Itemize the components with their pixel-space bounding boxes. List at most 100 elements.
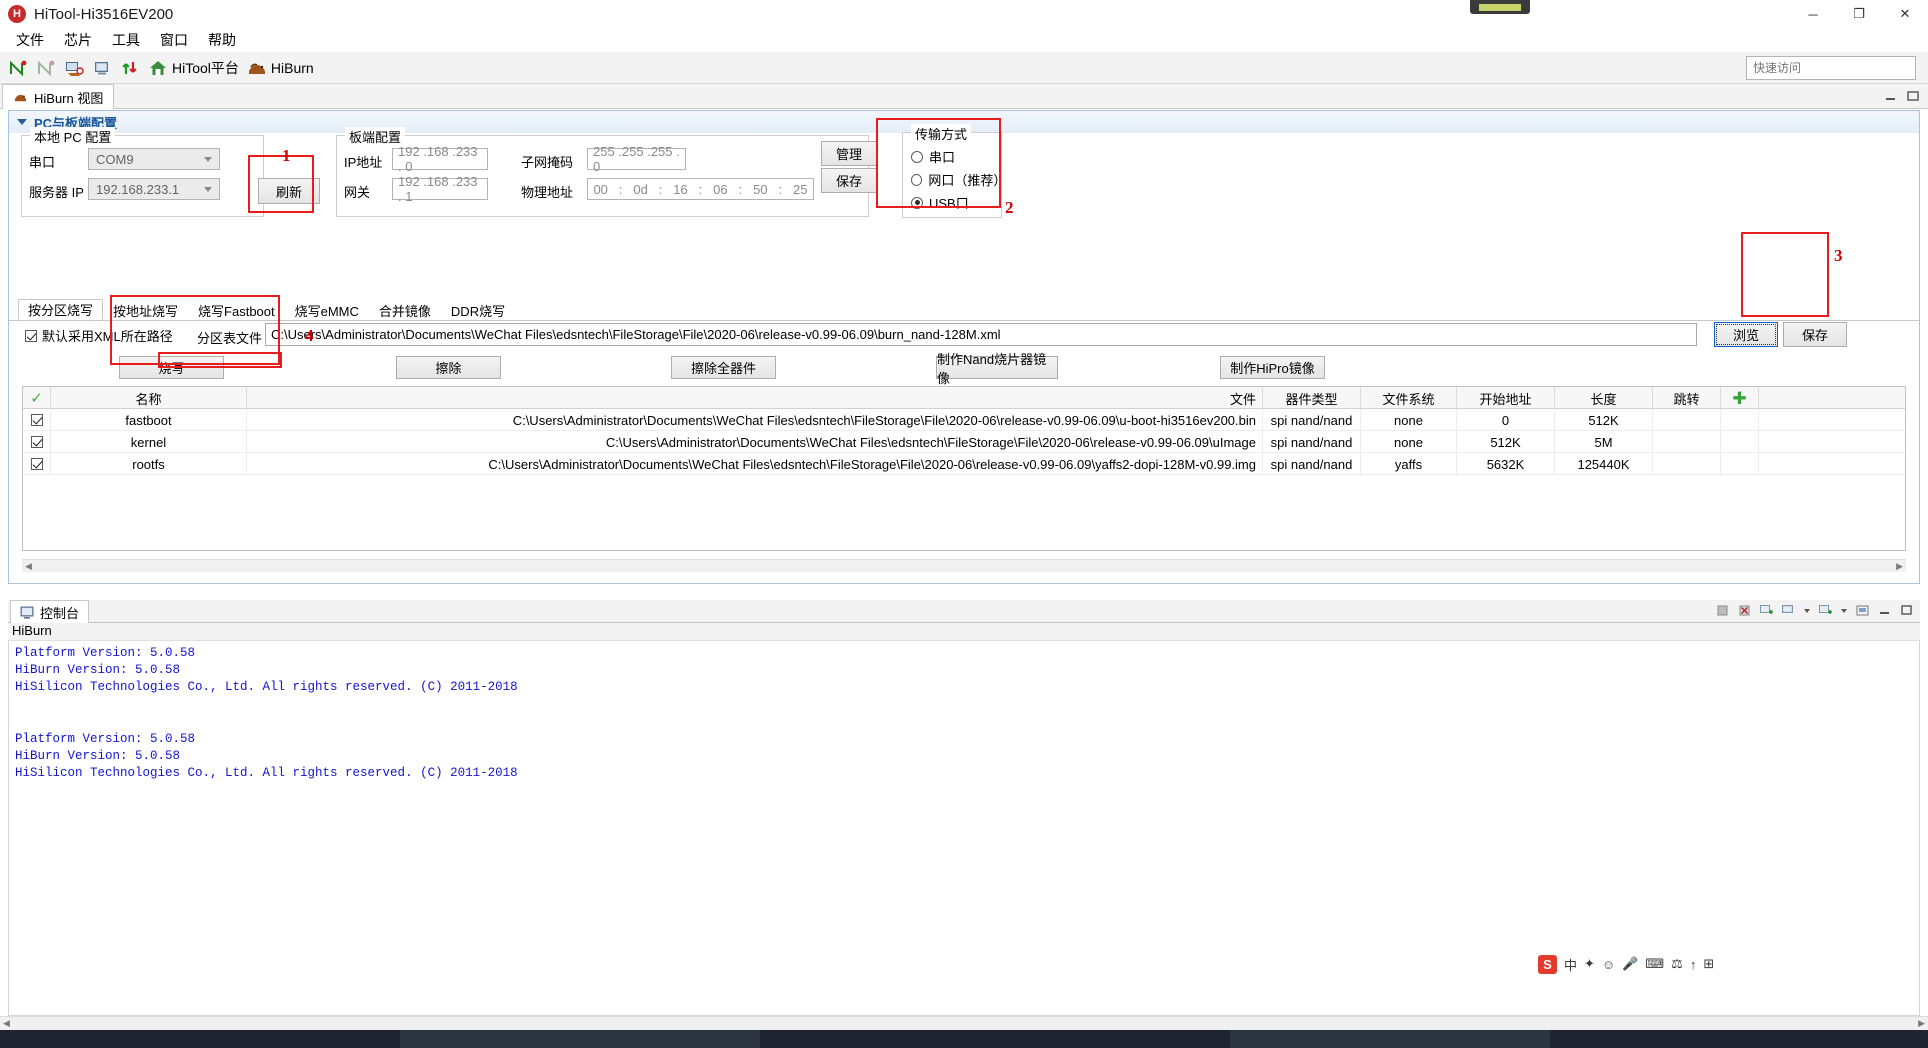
subnet-mask-field[interactable]: 255 .255 .255 . 0	[587, 144, 686, 174]
mac-address-label: 物理地址	[521, 185, 574, 200]
remove-icon[interactable]	[1737, 603, 1752, 618]
row-checkbox-cell[interactable]	[23, 453, 51, 475]
display-selected-console-icon[interactable]	[1781, 603, 1796, 618]
row-checkbox-cell[interactable]	[23, 409, 51, 431]
view-maximize-icon[interactable]	[1906, 90, 1920, 102]
serial-port-combo[interactable]: COM9	[88, 148, 220, 170]
col-header-length[interactable]: 长度	[1555, 387, 1653, 409]
tab-by-address[interactable]: 按地址烧写	[103, 299, 188, 321]
menu-item-window[interactable]: 窗口	[150, 28, 198, 52]
table-row[interactable]: fastboot C:\Users\Administrator\Document…	[23, 409, 1905, 431]
refresh-button[interactable]: 刷新	[258, 178, 320, 204]
scroll-left-icon[interactable]: ◀	[22, 561, 35, 572]
transport-option-network[interactable]: 网口（推荐）	[911, 170, 1006, 189]
erase-all-button[interactable]: 擦除全器件	[671, 356, 776, 379]
table-row[interactable]: kernel C:\Users\Administrator\Documents\…	[23, 431, 1905, 453]
scroll-right-icon[interactable]: ▶	[1893, 561, 1906, 572]
ime-mode-chinese[interactable]: 中	[1564, 955, 1577, 974]
tab-ddr-burn[interactable]: DDR烧写	[441, 299, 515, 321]
console-maximize-icon[interactable]	[1899, 603, 1914, 618]
make-hipro-image-button[interactable]: 制作HiPro镜像	[1220, 356, 1325, 379]
toolbar-serial-config[interactable]	[60, 55, 88, 81]
ime-emoji-icon[interactable]: ☺	[1602, 957, 1615, 972]
partition-file-path-input[interactable]: C:\Users\Administrator\Documents\WeChat …	[265, 323, 1697, 346]
view-tab-hiburn[interactable]: HiBurn 视图	[2, 84, 115, 109]
toolbar-network-scan-disabled[interactable]	[32, 55, 60, 81]
toolbar-hitool-platform[interactable]: HiTool平台	[144, 55, 243, 81]
chevron-down-icon-2[interactable]	[1840, 603, 1848, 618]
toolbar-terminal[interactable]	[88, 55, 116, 81]
row-checkbox-cell[interactable]	[23, 431, 51, 453]
transport-option-usb[interactable]: USB口	[911, 193, 1001, 212]
ime-voice-icon[interactable]: 🎤	[1622, 956, 1638, 972]
row-action[interactable]	[1721, 453, 1759, 475]
console-tab[interactable]: 控制台	[10, 600, 90, 623]
default-xml-path-checkbox[interactable]	[25, 329, 37, 342]
view-minimize-icon[interactable]	[1884, 90, 1898, 102]
table-row[interactable]: rootfs C:\Users\Administrator\Documents\…	[23, 453, 1905, 475]
erase-button[interactable]: 擦除	[396, 356, 501, 379]
table-horizontal-scrollbar[interactable]: ◀ ▶	[22, 559, 1906, 572]
tab-emmc[interactable]: 烧写eMMC	[285, 299, 369, 321]
ime-keyboard-icon[interactable]: ⌨	[1645, 956, 1664, 972]
col-header-start-address[interactable]: 开始地址	[1457, 387, 1555, 409]
col-header-device[interactable]: 器件类型	[1263, 387, 1361, 409]
row-action[interactable]	[1721, 409, 1759, 431]
ime-tools-icon[interactable]: ✦	[1584, 956, 1595, 972]
scroll-lock-icon[interactable]	[1855, 603, 1870, 618]
make-nand-image-button[interactable]: 制作Nand烧片器镜像	[936, 352, 1058, 386]
burn-button[interactable]: 烧写	[119, 356, 224, 379]
mac-address-field[interactable]: 00: 0d: 16: 06: 50: 25	[587, 178, 814, 200]
add-row-button[interactable]: ✚	[1721, 387, 1759, 409]
ip-address-field[interactable]: 192 .168 .233 . 0	[392, 144, 488, 174]
menu-item-file[interactable]: 文件	[6, 28, 54, 52]
col-header-name[interactable]: 名称	[51, 387, 247, 409]
row-checkbox[interactable]	[30, 458, 43, 470]
ip-address-label: IP地址	[344, 155, 383, 170]
toolbar-upload-download[interactable]	[116, 55, 144, 81]
config-panel: PC与板端配置 本地 PC 配置 串口 COM9 服务器 IP 192.168.…	[8, 110, 1920, 584]
row-checkbox[interactable]	[30, 436, 43, 448]
console-minimize-icon[interactable]	[1877, 603, 1892, 618]
select-all-cell[interactable]: ✓	[23, 387, 51, 409]
quick-access-input[interactable]	[1746, 56, 1916, 80]
ime-apps-icon[interactable]: ⊞	[1703, 956, 1714, 972]
terminate-icon[interactable]	[1715, 603, 1730, 618]
xml-save-button[interactable]: 保存	[1783, 322, 1847, 347]
chevron-down-icon[interactable]	[1803, 603, 1811, 618]
tab-by-partition[interactable]: 按分区烧写	[18, 299, 104, 321]
transport-option-serial[interactable]: 串口	[911, 147, 1001, 166]
menu-item-chip[interactable]: 芯片	[54, 28, 102, 52]
gateway-field[interactable]: 192 .168 .233 . 1	[392, 174, 488, 204]
col-header-file[interactable]: 文件	[247, 387, 1263, 409]
tab-fastboot[interactable]: 烧写Fastboot	[188, 299, 285, 321]
board-save-button[interactable]: 保存	[821, 168, 877, 193]
scroll-left-icon[interactable]: ◀	[0, 1018, 13, 1029]
collapse-triangle-icon[interactable]	[17, 119, 27, 125]
manage-button[interactable]: 管理	[821, 141, 877, 166]
col-header-filesystem[interactable]: 文件系统	[1361, 387, 1457, 409]
col-header-jump[interactable]: 跳转	[1653, 387, 1721, 409]
toolbar-network-scan[interactable]	[4, 55, 32, 81]
menu-item-help[interactable]: 帮助	[198, 28, 246, 52]
sogou-ime-logo-icon[interactable]: S	[1538, 954, 1557, 974]
scroll-right-icon[interactable]: ▶	[1915, 1018, 1928, 1029]
default-xml-path-checkbox-row[interactable]: 默认采用XML所在路径	[25, 326, 173, 345]
taskbar-segment-2[interactable]	[1230, 1030, 1550, 1048]
browse-button[interactable]: 浏览	[1714, 322, 1778, 347]
server-ip-combo[interactable]: 192.168.233.1	[88, 178, 220, 200]
open-console-icon[interactable]	[1818, 603, 1833, 618]
maximize-button[interactable]: ❐	[1836, 0, 1882, 28]
menu-item-tools[interactable]: 工具	[102, 28, 150, 52]
minimize-button[interactable]: ─	[1790, 0, 1836, 28]
new-console-icon[interactable]	[1759, 603, 1774, 618]
window-horizontal-scrollbar[interactable]: ◀ ▶	[0, 1016, 1928, 1030]
tab-merge-image[interactable]: 合并镜像	[369, 299, 441, 321]
taskbar-segment-1[interactable]	[400, 1030, 760, 1048]
close-button[interactable]: ✕	[1882, 0, 1928, 28]
ime-upload-icon[interactable]: ↑	[1690, 957, 1697, 972]
ime-translate-icon[interactable]: ⚖	[1671, 956, 1683, 972]
row-checkbox[interactable]	[30, 414, 43, 426]
toolbar-hiburn[interactable]: HiBurn	[243, 55, 318, 81]
row-action[interactable]	[1721, 431, 1759, 453]
